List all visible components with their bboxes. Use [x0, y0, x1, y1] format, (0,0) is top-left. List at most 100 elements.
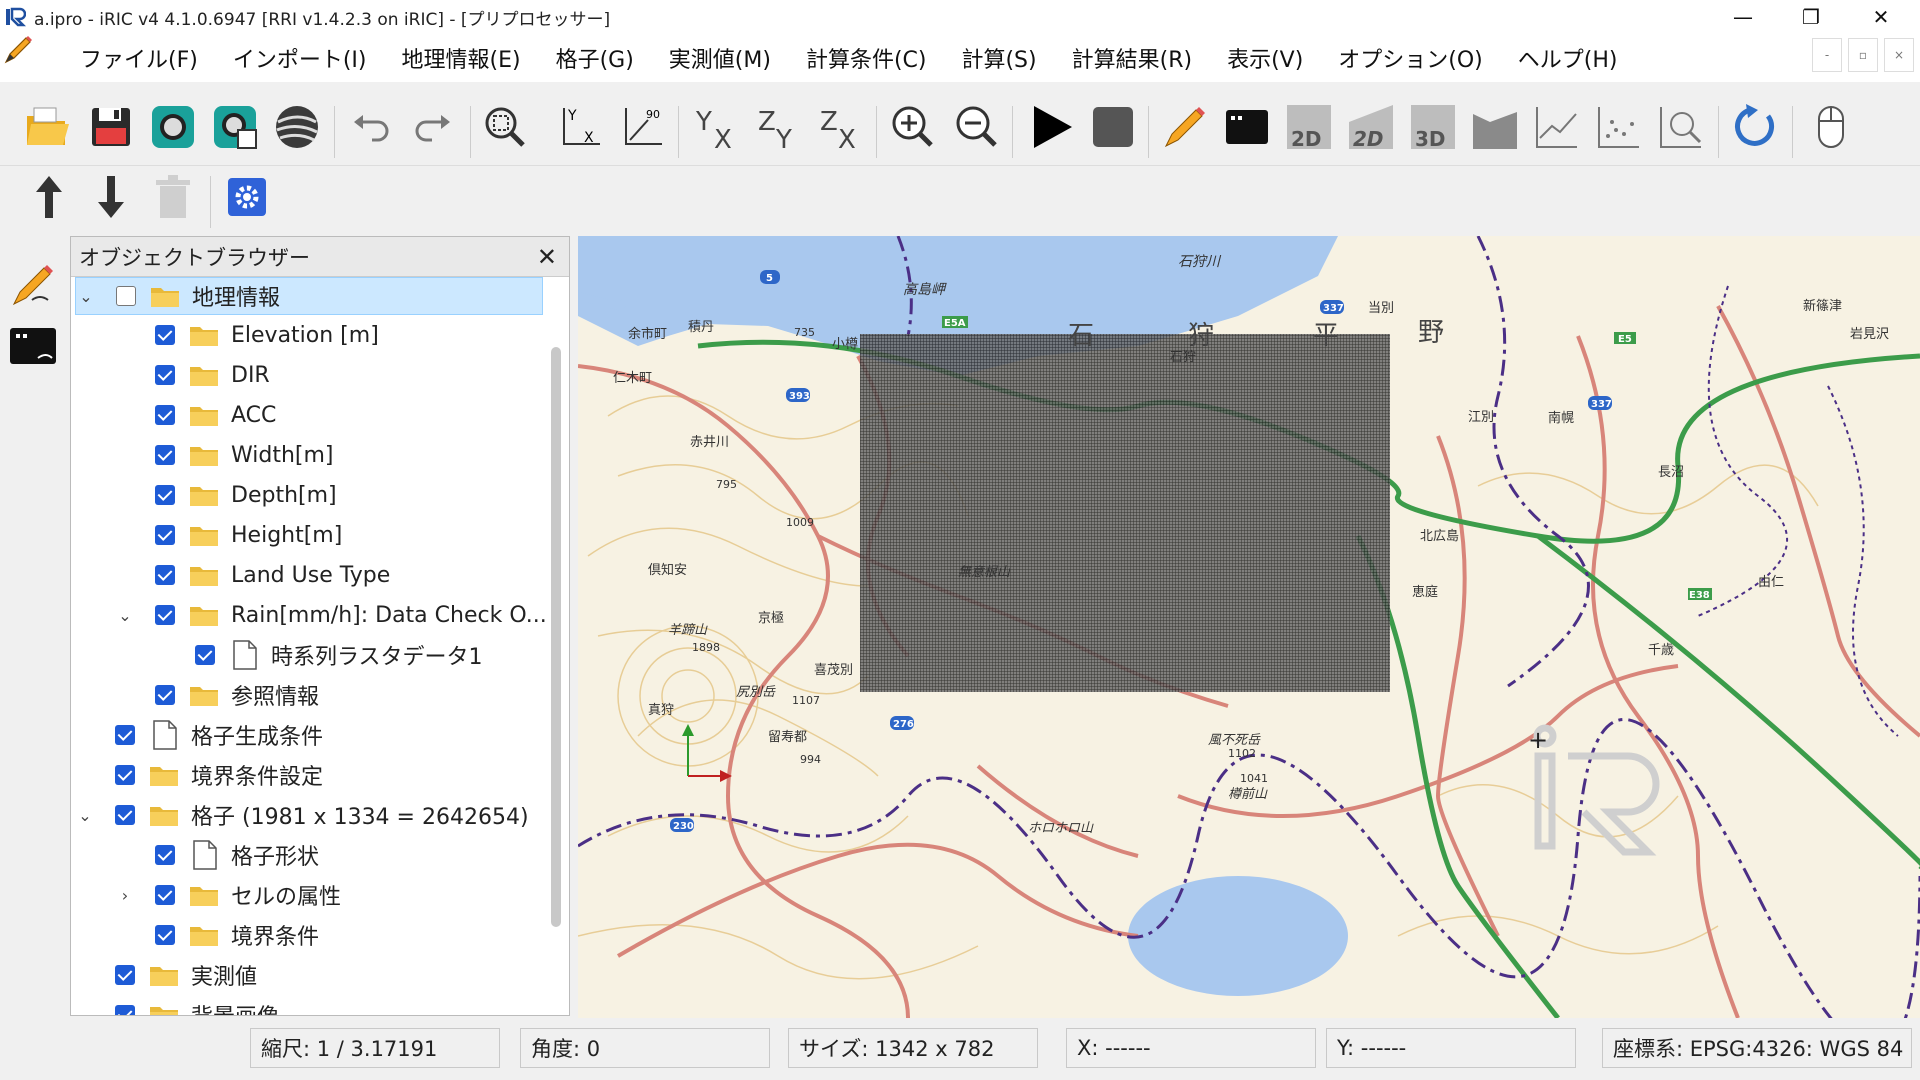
mdi-restore-button[interactable]: ▫: [1848, 38, 1878, 72]
probe-icon[interactable]: [1654, 100, 1708, 154]
checkbox[interactable]: [195, 645, 215, 665]
map-view[interactable]: 石狩川 高島岬 余市町 積丹 小樽 仁木町 赤井川 石狩 当別 新篠津 岩見沢 …: [578, 236, 1920, 1018]
chevron-down-icon[interactable]: ⌄: [115, 606, 135, 625]
tree-item[interactable]: Elevation [m]: [155, 316, 379, 354]
open-folder-icon[interactable]: [20, 100, 74, 154]
zoom-fit-icon[interactable]: [478, 100, 532, 154]
folder-icon: [190, 527, 218, 546]
tree-item[interactable]: 格子生成条件: [115, 716, 323, 754]
tree-item-rain[interactable]: ⌄ Rain[mm/h]: Data Check O...: [115, 596, 546, 634]
line-graph-icon[interactable]: [1530, 100, 1584, 154]
checkbox[interactable]: [155, 925, 175, 945]
checkbox[interactable]: [155, 405, 175, 425]
run-icon[interactable]: [1024, 100, 1078, 154]
checkbox[interactable]: [115, 725, 135, 745]
menu-view[interactable]: 表示(V): [1227, 42, 1303, 74]
google-earth-icon[interactable]: [270, 100, 324, 154]
checkbox[interactable]: [115, 965, 135, 985]
view-rotate-90-icon[interactable]: 90: [614, 100, 668, 154]
folder-icon: [190, 327, 218, 346]
mdi-minimize-button[interactable]: -: [1812, 38, 1842, 72]
graph-area-icon[interactable]: [1468, 100, 1522, 154]
tree-item[interactable]: › セルの属性: [115, 876, 341, 914]
menu-import[interactable]: インポート(I): [233, 42, 367, 74]
chevron-down-icon[interactable]: ⌄: [76, 287, 96, 306]
vertical-scrollbar[interactable]: [551, 347, 561, 927]
minimize-button[interactable]: —: [1712, 0, 1774, 34]
edit-mode-icon[interactable]: [6, 258, 60, 312]
zoom-in-icon[interactable]: [886, 100, 940, 154]
camera-snapshot-icon[interactable]: [146, 100, 200, 154]
menu-calc-result[interactable]: 計算結果(R): [1072, 42, 1192, 74]
close-window-button[interactable]: ✕: [1850, 0, 1912, 34]
view-3d-icon[interactable]: 3D: [1406, 100, 1460, 154]
tree-item[interactable]: 実測値: [115, 956, 257, 994]
close-icon[interactable]: ✕: [537, 243, 557, 271]
delete-icon[interactable]: [146, 170, 200, 224]
zoom-out-icon[interactable]: [950, 100, 1004, 154]
tree-item[interactable]: 時系列ラスタデータ1: [195, 636, 483, 674]
continuous-snapshot-icon[interactable]: [208, 100, 262, 154]
undo-icon[interactable]: [344, 100, 398, 154]
mdi-close-button[interactable]: ×: [1884, 38, 1914, 72]
checkbox[interactable]: [155, 685, 175, 705]
move-down-icon[interactable]: [84, 170, 138, 224]
checkbox[interactable]: [155, 885, 175, 905]
tree-item-label: Width[m]: [231, 442, 334, 468]
checkbox[interactable]: [115, 1005, 135, 1015]
tree-item[interactable]: DIR: [155, 356, 270, 394]
save-icon[interactable]: [84, 100, 138, 154]
axis-yx-icon[interactable]: YX: [690, 100, 744, 154]
view-xy-icon[interactable]: YX: [552, 100, 606, 154]
menu-calc-condition[interactable]: 計算条件(C): [806, 42, 927, 74]
checkbox[interactable]: [115, 765, 135, 785]
redo-icon[interactable]: [406, 100, 460, 154]
refresh-icon[interactable]: [1728, 100, 1782, 154]
checkbox[interactable]: [155, 365, 175, 385]
edit-pencil-icon[interactable]: [1158, 100, 1212, 154]
view-2d-icon[interactable]: 2D: [1282, 100, 1336, 154]
stop-icon[interactable]: [1086, 100, 1140, 154]
tree-item[interactable]: ACC: [155, 396, 276, 434]
checkbox[interactable]: [155, 845, 175, 865]
menu-option[interactable]: オプション(O): [1338, 42, 1482, 74]
axis-zy-icon[interactable]: ZY: [752, 100, 806, 154]
checkbox[interactable]: [115, 805, 135, 825]
tree-item[interactable]: 境界条件: [155, 916, 319, 954]
menu-calc[interactable]: 計算(S): [961, 42, 1036, 74]
terminal-icon[interactable]: [1220, 100, 1274, 154]
checkbox[interactable]: [155, 605, 175, 625]
tree-item[interactable]: Land Use Type: [155, 556, 390, 594]
tree-item-geodata[interactable]: ⌄ 地理情報: [75, 277, 543, 315]
map-label: 新篠津: [1803, 298, 1842, 314]
tree-item[interactable]: 境界条件設定: [115, 756, 323, 794]
checkbox[interactable]: [155, 525, 175, 545]
menu-help[interactable]: ヘルプ(H): [1518, 42, 1618, 74]
tree-item[interactable]: Depth[m]: [155, 476, 337, 514]
tree-item[interactable]: 格子形状: [155, 836, 319, 874]
view-2d-surface-icon[interactable]: 2D: [1344, 100, 1398, 154]
checkbox[interactable]: [155, 565, 175, 585]
tree-item[interactable]: 背景画像: [115, 996, 279, 1015]
checkbox[interactable]: [116, 286, 136, 306]
menu-grid[interactable]: 格子(G): [556, 42, 634, 74]
checkbox[interactable]: [155, 445, 175, 465]
settings-icon[interactable]: [220, 170, 274, 224]
maximize-button[interactable]: ❐: [1780, 0, 1842, 34]
tree-item[interactable]: Width[m]: [155, 436, 334, 474]
menu-file[interactable]: ファイル(F): [80, 42, 198, 74]
tree-item-grid[interactable]: ⌄ 格子 (1981 x 1334 = 2642654): [75, 796, 529, 834]
chevron-right-icon[interactable]: ›: [115, 886, 135, 905]
console-mode-icon[interactable]: [6, 320, 60, 374]
checkbox[interactable]: [155, 325, 175, 345]
checkbox[interactable]: [155, 485, 175, 505]
menu-geodata[interactable]: 地理情報(E): [401, 42, 520, 74]
chevron-down-icon[interactable]: ⌄: [75, 806, 95, 825]
axis-zx-icon[interactable]: ZX: [814, 100, 868, 154]
tree-item[interactable]: Height[m]: [155, 516, 342, 554]
scatter-graph-icon[interactable]: [1592, 100, 1646, 154]
mouse-help-icon[interactable]: [1804, 100, 1858, 154]
tree-item[interactable]: 参照情報: [155, 676, 319, 714]
move-up-icon[interactable]: [22, 170, 76, 224]
menu-measured[interactable]: 実測値(M): [669, 42, 771, 74]
